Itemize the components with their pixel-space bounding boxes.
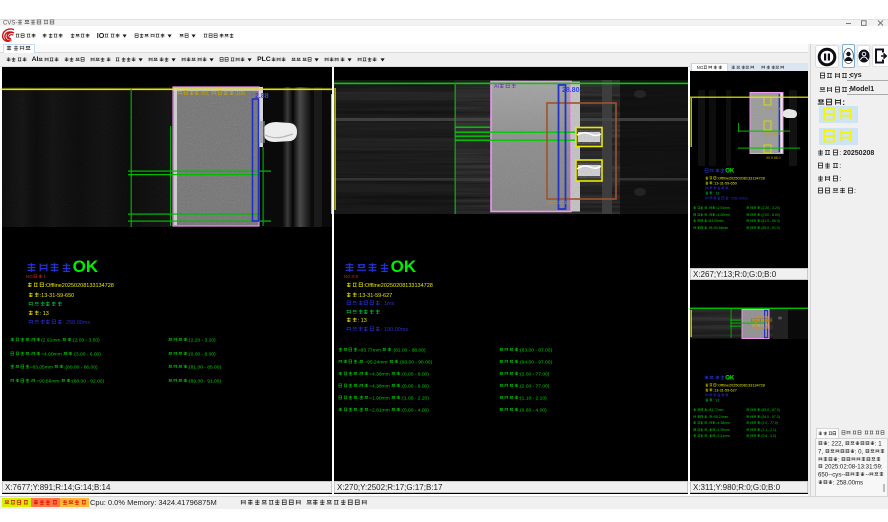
svg-text:90.5 88.0: 90.5 88.0 (766, 156, 781, 160)
svg-text:27.18 10.00: 27.18 10.00 (752, 323, 769, 327)
svg-text:10.0 27.1: 10.0 27.1 (766, 132, 781, 136)
svg-text:28.80: 28.80 (562, 87, 580, 94)
svg-text:2.88: 2.88 (255, 93, 269, 100)
svg-text:10.0 27.1: 10.0 27.1 (766, 107, 781, 111)
svg-text:90.56 88.00: 90.56 88.00 (752, 319, 769, 323)
svg-text:10.0 27.18: 10.0 27.18 (548, 200, 570, 205)
